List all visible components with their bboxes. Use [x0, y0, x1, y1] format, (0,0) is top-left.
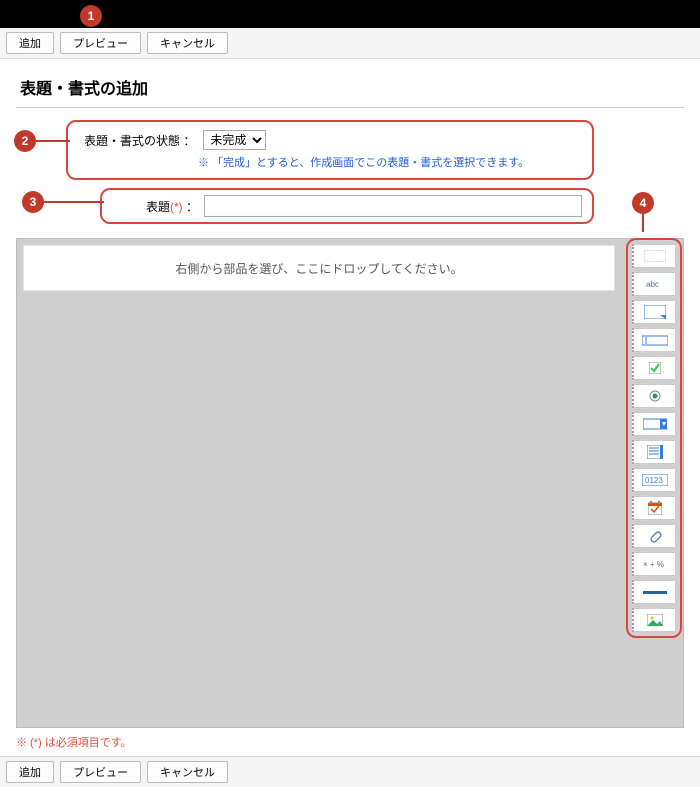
radio-tool[interactable]	[632, 384, 676, 408]
callout-3: 3	[22, 191, 44, 213]
number-icon: 0123	[642, 474, 668, 486]
callout-1: 1	[80, 5, 102, 27]
clip-icon	[648, 529, 662, 543]
status-label: 表題・書式の状態 ：	[84, 132, 195, 149]
page-title: 表題・書式の追加	[16, 69, 684, 108]
callout-4: 4	[632, 192, 654, 214]
callout-2: 2	[14, 130, 36, 152]
date-tool[interactable]	[632, 496, 676, 520]
cancel-button-top[interactable]: キャンセル	[147, 32, 228, 54]
label-abc-tool[interactable]: abc	[632, 272, 676, 296]
palette: abc	[632, 244, 676, 632]
image-tool[interactable]	[632, 608, 676, 632]
callout-3-line	[44, 201, 104, 203]
preview-button-bottom[interactable]: プレビュー	[60, 761, 141, 783]
string-tool[interactable]	[632, 244, 676, 268]
dropdown-tool[interactable]	[632, 412, 676, 436]
calc-tool[interactable]: × + %	[632, 552, 676, 576]
bottom-button-row: 追加 プレビュー キャンセル	[0, 756, 700, 787]
svg-text:abc: abc	[646, 280, 659, 289]
svg-text:0123: 0123	[645, 476, 663, 485]
textfield-tool[interactable]	[632, 328, 676, 352]
callout-4-line	[642, 214, 644, 232]
title-box: 表題(*) ：	[100, 188, 594, 224]
list-tool[interactable]	[632, 440, 676, 464]
title-input[interactable]	[204, 195, 582, 217]
textarea-tool[interactable]	[632, 300, 676, 324]
top-bar: 1	[0, 0, 700, 28]
list-icon	[647, 445, 663, 459]
radio-icon	[649, 390, 661, 402]
status-box: 表題・書式の状態 ： 未完成 ※ 「完成」とすると、作成画面でこの表題・書式を選…	[66, 120, 594, 180]
calc-icon: × + %	[642, 558, 668, 570]
title-label: 表題(*) ：	[146, 198, 198, 215]
drop-area[interactable]: 右側から部品を選び、ここにドロップしてください。	[23, 245, 615, 291]
checkbox-icon	[649, 362, 661, 374]
textarea-icon	[644, 305, 666, 319]
separator-tool[interactable]	[632, 580, 676, 604]
attachment-tool[interactable]	[632, 524, 676, 548]
string-icon	[644, 250, 666, 262]
builder-wrap: 右側から部品を選び、ここにドロップしてください。 abc	[16, 238, 684, 728]
palette-box: abc	[626, 238, 682, 638]
content-area: 表題・書式の追加 2 表題・書式の状態 ： 未完成 ※ 「完成」とすると、作成画…	[0, 59, 700, 756]
required-note: ※ (*) は必須項目です。	[16, 734, 684, 750]
builder-canvas: 右側から部品を選び、ここにドロップしてください。	[16, 238, 684, 728]
number-tool[interactable]: 0123	[632, 468, 676, 492]
dropdown-icon	[643, 418, 667, 430]
preview-button-top[interactable]: プレビュー	[60, 32, 141, 54]
status-hint: ※ 「完成」とすると、作成画面でこの表題・書式を選択できます。	[198, 154, 580, 170]
calendar-icon	[648, 501, 662, 515]
checkbox-tool[interactable]	[632, 356, 676, 380]
svg-text:× + %: × + %	[643, 560, 664, 569]
add-button-bottom[interactable]: 追加	[6, 761, 54, 783]
top-button-row: 追加 プレビュー キャンセル	[0, 28, 700, 59]
image-icon	[647, 614, 663, 626]
drop-hint: 右側から部品を選び、ここにドロップしてください。	[175, 260, 462, 277]
status-select[interactable]: 未完成	[203, 130, 266, 150]
separator-icon	[643, 589, 667, 595]
cancel-button-bottom[interactable]: キャンセル	[147, 761, 228, 783]
abc-icon: abc	[644, 278, 666, 290]
add-button-top[interactable]: 追加	[6, 32, 54, 54]
callout-2-line	[36, 140, 70, 142]
textfield-icon	[642, 334, 668, 346]
